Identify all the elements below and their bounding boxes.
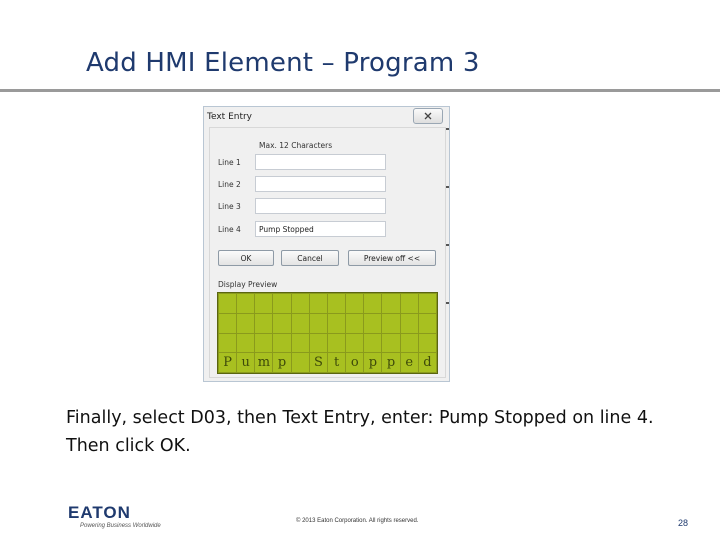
lcd-cell (255, 294, 273, 313)
lcd-cell (327, 294, 346, 313)
lcd-cell: P (219, 353, 237, 372)
close-icon (424, 112, 432, 120)
cancel-button[interactable]: Cancel (281, 250, 339, 266)
dialog-panel: Max. 12 Characters Line 1 Line 2 Line 3 … (209, 127, 446, 378)
lcd-cell (309, 313, 327, 333)
copyright-notice: © 2013 Eaton Corporation. All rights res… (296, 518, 419, 524)
lcd-cell (418, 333, 436, 353)
page-number: 28 (678, 518, 689, 528)
ok-button[interactable]: OK (218, 250, 274, 266)
lcd-cell (309, 333, 327, 353)
logo-wordmark: EATON (68, 503, 131, 522)
lcd-cell: d (418, 353, 436, 372)
lcd-cell: e (400, 353, 418, 372)
lcd-cell (346, 333, 364, 353)
text-entry-dialog: Text Entry Max. 12 Characters Line 1 Lin… (203, 106, 450, 382)
lcd-cell (364, 294, 382, 313)
logo-tagline: Powering Business Worldwide (80, 523, 161, 529)
lcd-cell: S (309, 353, 327, 372)
lcd-cell (400, 313, 418, 333)
lcd-cell (273, 294, 291, 313)
line-1-input[interactable] (255, 154, 386, 170)
slide-title: Add HMI Element – Program 3 (86, 48, 480, 78)
lcd-cell (346, 313, 364, 333)
lcd-cell (382, 313, 400, 333)
lcd-cell (327, 313, 346, 333)
lcd-cell (309, 294, 327, 313)
dialog-title: Text Entry (207, 112, 253, 122)
display-preview-label: Display Preview (218, 280, 278, 289)
lcd-cell (400, 294, 418, 313)
eaton-logo: EATON Powering Business Worldwide (68, 504, 161, 529)
lcd-cell (327, 333, 346, 353)
lcd-cell: m (255, 353, 273, 372)
line-4-label: Line 4 (218, 225, 241, 234)
lcd-cell (219, 333, 237, 353)
line-1-label: Line 1 (218, 158, 241, 167)
preview-toggle-button[interactable]: Preview off << (348, 250, 436, 266)
lcd-cell (237, 313, 255, 333)
lcd-cell (291, 313, 309, 333)
lcd-cell (273, 333, 291, 353)
lcd-cell: p (364, 353, 382, 372)
lcd-cell (400, 333, 418, 353)
lcd-cell: p (273, 353, 291, 372)
lcd-cell: u (237, 353, 255, 372)
lcd-cell: t (327, 353, 346, 372)
line-4-input[interactable] (255, 221, 386, 237)
title-divider (0, 89, 720, 92)
lcd-cell (237, 333, 255, 353)
lcd-cell: o (346, 353, 364, 372)
lcd-cell (255, 313, 273, 333)
lcd-cell: p (382, 353, 400, 372)
instruction-caption: Finally, select D03, then Text Entry, en… (66, 408, 654, 456)
lcd-cell (382, 294, 400, 313)
lcd-cell (346, 294, 364, 313)
lcd-cell (418, 294, 436, 313)
lcd-cell (291, 294, 309, 313)
lcd-cell (364, 333, 382, 353)
line-2-label: Line 2 (218, 180, 241, 189)
lcd-cell (364, 313, 382, 333)
lcd-cell (219, 294, 237, 313)
line-3-input[interactable] (255, 198, 386, 214)
lcd-cell (291, 333, 309, 353)
lcd-cell (382, 333, 400, 353)
lcd-cell (255, 333, 273, 353)
lcd-cell (219, 313, 237, 333)
lcd-cell (418, 313, 436, 333)
lcd-cell (291, 353, 309, 372)
lcd-cell (273, 313, 291, 333)
max-characters-hint: Max. 12 Characters (259, 141, 333, 150)
line-2-input[interactable] (255, 176, 386, 192)
line-3-label: Line 3 (218, 202, 241, 211)
close-button[interactable] (413, 108, 443, 124)
lcd-display-preview: PumpStopped (217, 292, 438, 374)
lcd-cell (237, 294, 255, 313)
